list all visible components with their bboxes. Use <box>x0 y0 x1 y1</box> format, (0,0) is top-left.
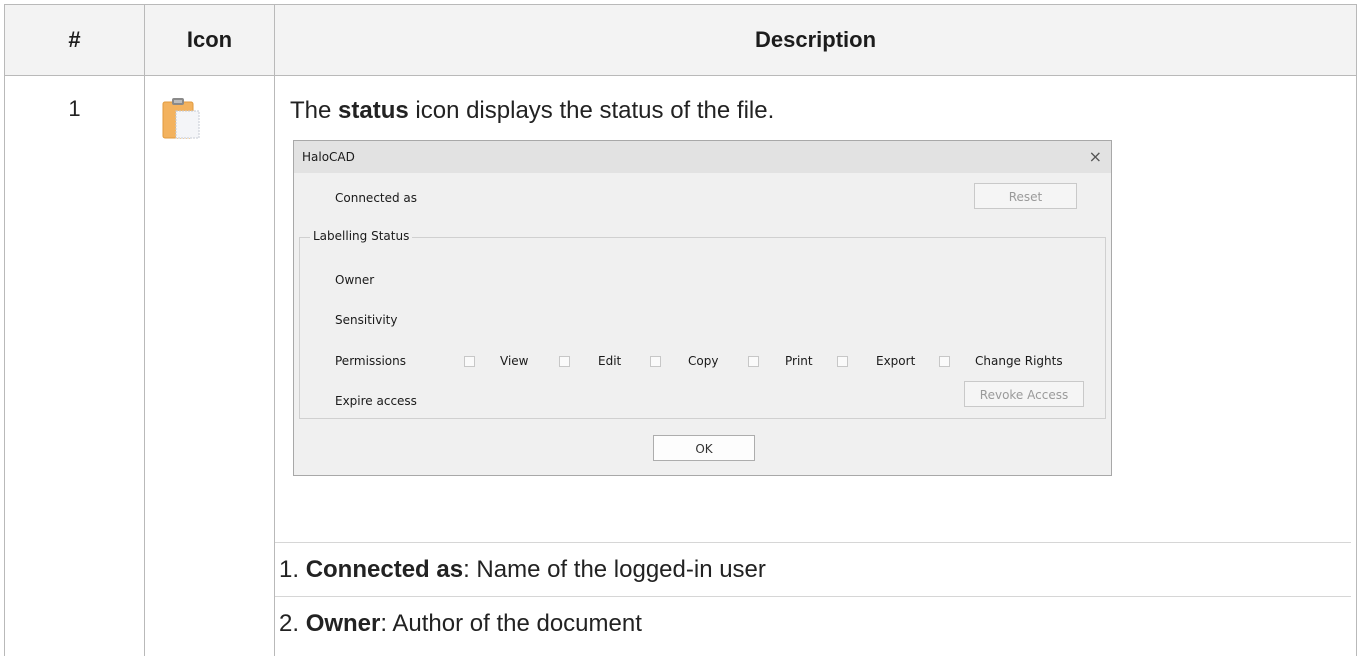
table-header-row: # Icon Description <box>5 5 1357 76</box>
labelling-status-title: Labelling Status <box>310 229 412 243</box>
list-item: 2. Owner: Author of the document <box>275 596 1351 639</box>
header-description: Description <box>275 5 1357 76</box>
list-item: 1. Connected as: Name of the logged-in u… <box>275 542 1351 585</box>
revoke-access-button[interactable]: Revoke Access <box>964 381 1084 407</box>
close-icon[interactable]: × <box>1089 147 1102 166</box>
header-icon: Icon <box>145 5 275 76</box>
expire-access-label: Expire access <box>335 394 417 408</box>
print-permission-label: Print <box>785 354 813 368</box>
dialog-titlebar: HaloCAD × <box>294 141 1111 173</box>
edit-checkbox[interactable] <box>559 356 570 367</box>
sensitivity-label: Sensitivity <box>335 313 397 327</box>
permissions-label: Permissions <box>335 354 406 368</box>
view-permission-label: View <box>500 354 528 368</box>
export-permission-label: Export <box>876 354 915 368</box>
status-clipboard-icon <box>162 97 200 139</box>
export-checkbox[interactable] <box>837 356 848 367</box>
header-number: # <box>5 5 145 76</box>
view-checkbox[interactable] <box>464 356 475 367</box>
copy-permission-label: Copy <box>688 354 718 368</box>
halocad-status-dialog: HaloCAD × Connected as Reset Labelling S… <box>293 140 1112 476</box>
dialog-title: HaloCAD <box>302 150 355 164</box>
row-number: 1 <box>5 76 145 656</box>
description-cell: The status icon displays the status of t… <box>275 76 1357 656</box>
edit-permission-label: Edit <box>598 354 621 368</box>
owner-label: Owner <box>335 273 374 287</box>
reset-button[interactable]: Reset <box>974 183 1077 209</box>
ok-button[interactable]: OK <box>653 435 755 461</box>
instruction-table: # Icon Description 1 The status icon dis… <box>4 4 1357 656</box>
row-icon-cell <box>145 76 275 656</box>
copy-checkbox[interactable] <box>650 356 661 367</box>
table-row: 1 The status icon displays the status of… <box>5 76 1357 656</box>
change-rights-permission-label: Change Rights <box>975 354 1063 368</box>
intro-text: The status icon displays the status of t… <box>275 76 1356 126</box>
connected-as-label: Connected as <box>335 191 417 205</box>
change-rights-checkbox[interactable] <box>939 356 950 367</box>
print-checkbox[interactable] <box>748 356 759 367</box>
